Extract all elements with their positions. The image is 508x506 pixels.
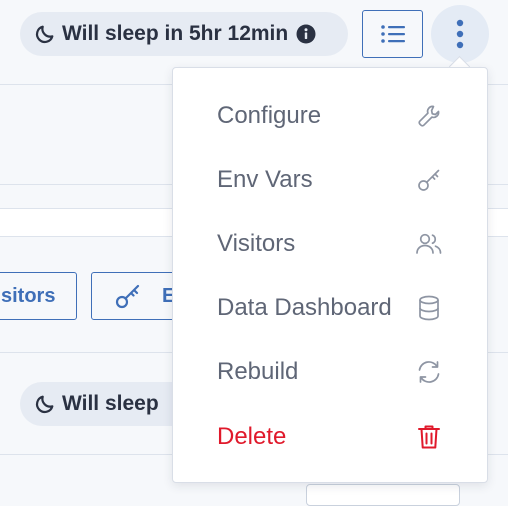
moon-icon bbox=[35, 395, 54, 414]
list-view-button[interactable] bbox=[362, 10, 423, 58]
key-icon bbox=[415, 166, 443, 194]
menu-item-label: Env Vars bbox=[217, 166, 313, 193]
wrench-icon bbox=[415, 102, 443, 130]
menu-item-label: Rebuild bbox=[217, 358, 299, 385]
menu-item-label: Delete bbox=[217, 423, 287, 450]
sleep-status-text-secondary: Will sleep bbox=[62, 392, 159, 415]
sleep-status-badge: Will sleep in 5hr 12min bbox=[20, 12, 348, 56]
list-icon bbox=[380, 25, 405, 43]
trash-icon bbox=[415, 423, 443, 451]
users-icon bbox=[415, 230, 443, 258]
menu-item-data-dashboard[interactable]: Data Dashboard bbox=[173, 280, 487, 336]
moon-icon bbox=[35, 25, 54, 44]
database-icon bbox=[415, 294, 443, 322]
info-icon[interactable] bbox=[296, 24, 316, 44]
menu-item-visitors[interactable]: Visitors bbox=[173, 216, 487, 272]
menu-item-label: Visitors bbox=[217, 230, 296, 257]
menu-item-configure[interactable]: Configure bbox=[173, 88, 487, 144]
visitors-button-label: sitors bbox=[1, 284, 56, 307]
options-dropdown-menu: Configure Env Vars Visitors Data Dashboa… bbox=[172, 67, 488, 483]
kebab-vertical-icon bbox=[456, 19, 464, 49]
sleep-status-text: Will sleep in 5hr 12min bbox=[62, 22, 289, 45]
menu-item-label: Configure bbox=[217, 102, 322, 129]
more-options-button[interactable] bbox=[431, 5, 489, 63]
menu-item-env-vars[interactable]: Env Vars bbox=[173, 152, 487, 208]
menu-item-rebuild[interactable]: Rebuild bbox=[173, 344, 487, 400]
menu-item-delete[interactable]: Delete bbox=[173, 409, 487, 465]
refresh-icon bbox=[415, 358, 443, 386]
key-icon bbox=[115, 284, 140, 309]
visitors-button[interactable]: sitors bbox=[0, 272, 77, 320]
menu-item-label: Data Dashboard bbox=[217, 294, 392, 321]
partial-bottom-card bbox=[306, 484, 460, 506]
env-vars-button[interactable]: E bbox=[91, 272, 181, 320]
